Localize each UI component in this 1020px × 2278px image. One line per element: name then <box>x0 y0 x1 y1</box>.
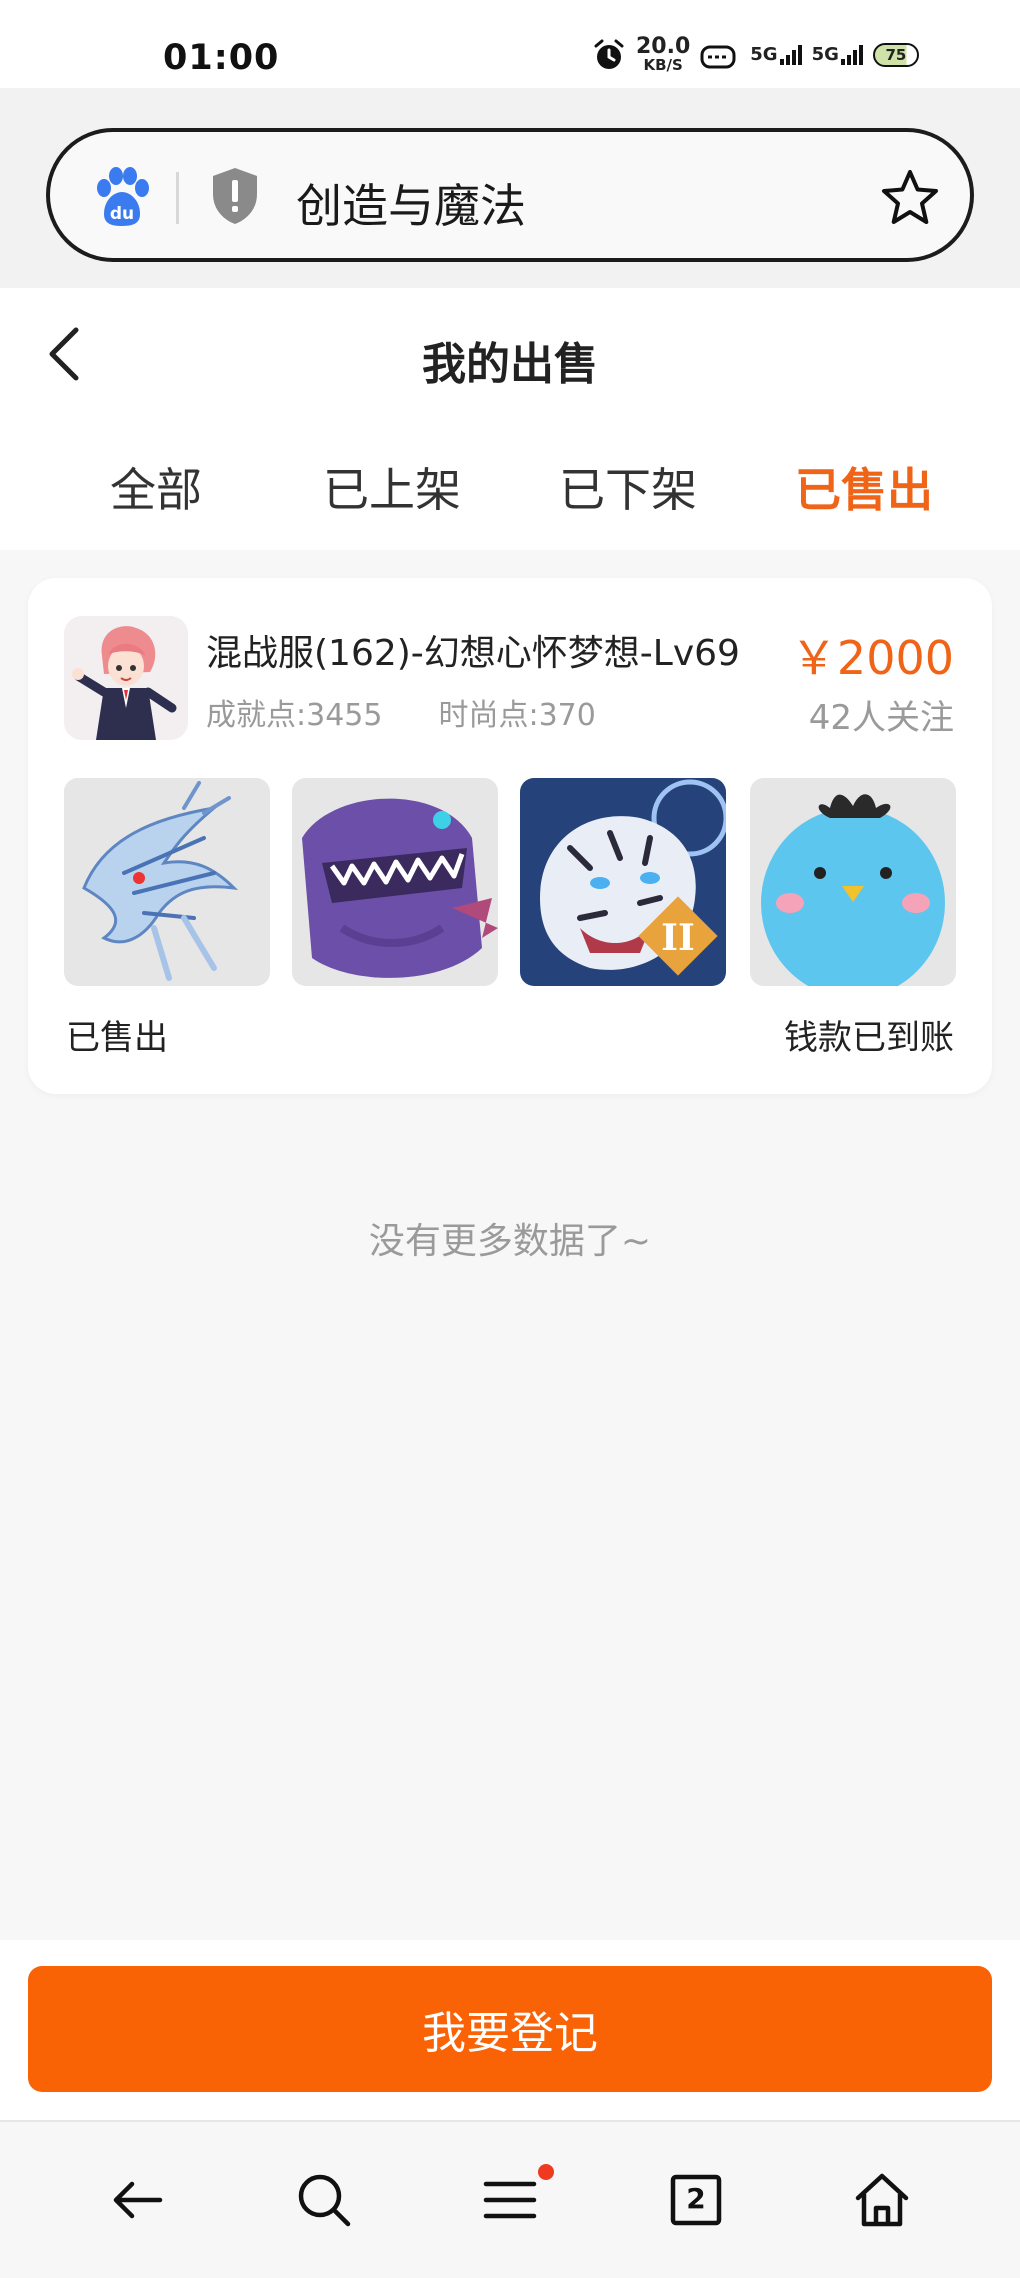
search-divider <box>176 172 179 224</box>
thumbnail[interactable] <box>292 778 498 986</box>
thumbnail[interactable] <box>64 778 270 986</box>
ice-dragon-image <box>64 778 270 986</box>
fashion-points: 时尚点:370 <box>438 698 596 733</box>
menu-notification-dot <box>538 2164 554 2180</box>
tab-sold[interactable]: 已售出 <box>764 454 964 520</box>
payment-status: 钱款已到账 <box>784 1018 954 1058</box>
register-button[interactable]: 我要登记 <box>28 1966 992 2092</box>
tab-all[interactable]: 全部 <box>56 454 256 520</box>
thumbnail[interactable] <box>750 778 956 986</box>
browser-bottom-nav: 2 <box>0 2120 1020 2278</box>
signal-bars-icon <box>840 45 863 65</box>
browser-bar: du 创造与魔法 <box>0 88 1020 288</box>
baidu-paw-icon[interactable]: du <box>90 166 154 230</box>
listing-title: 混战服(162)-幻想心怀梦想-Lv69 <box>206 633 740 674</box>
hd-call-icon <box>700 45 736 68</box>
signal-bars-icon <box>779 45 802 65</box>
listing-stats: 成就点:3455 时尚点:370 <box>206 690 596 734</box>
status-time: 01:00 <box>163 38 280 78</box>
search-box[interactable]: du 创造与魔法 <box>46 128 974 262</box>
signal-1-label: 5G <box>750 44 778 65</box>
tab-count: 2 <box>686 2182 706 2215</box>
page-title: 我的出售 <box>422 339 598 390</box>
sale-status: 已售出 <box>66 1018 168 1058</box>
no-more-data: 没有更多数据了~ <box>368 1221 652 1262</box>
search-query[interactable]: 创造与魔法 <box>296 170 526 236</box>
back-arrow-icon[interactable] <box>106 2168 170 2232</box>
thumbnail-row: II <box>64 778 956 986</box>
tabs-button[interactable]: 2 <box>664 2168 728 2232</box>
blue-bird-image <box>750 778 956 986</box>
follower-count: 42人关注 <box>808 698 954 738</box>
character-avatar <box>64 616 188 740</box>
listing-price: ￥2000 <box>790 631 954 685</box>
battery-icon: 75 <box>872 42 919 67</box>
tab-delisted[interactable]: 已下架 <box>528 454 728 520</box>
signal-2: 5G <box>812 44 863 65</box>
tab-listed[interactable]: 已上架 <box>292 454 492 520</box>
action-area: 我要登记 <box>0 1940 1020 2120</box>
svg-text:du: du <box>110 204 134 224</box>
signal-1: 5G <box>750 44 802 65</box>
thumbnail[interactable]: II <box>520 778 726 986</box>
tab-bar: 全部 已上架 已下架 已售出 <box>0 454 1020 524</box>
shield-icon[interactable] <box>210 166 260 226</box>
signal-2-label: 5G <box>811 44 839 65</box>
net-speed: 20.0 KB/S <box>636 36 690 73</box>
search-icon[interactable] <box>292 2168 356 2232</box>
star-icon[interactable] <box>880 168 940 228</box>
status-bar: 01:00 20.0 KB/S 5G 5G 75 <box>0 0 1020 88</box>
home-icon[interactable] <box>850 2168 914 2232</box>
purple-dinosaur-image <box>292 778 498 986</box>
status-icons: 20.0 KB/S 5G 5G 75 <box>592 36 919 73</box>
achievement-points: 成就点:3455 <box>206 698 383 733</box>
menu-icon[interactable] <box>478 2168 542 2232</box>
white-tiger-image: II <box>520 778 726 986</box>
svg-text:II: II <box>661 917 695 959</box>
alarm-icon <box>594 39 624 69</box>
listing-card[interactable]: 混战服(162)-幻想心怀梦想-Lv69 成就点:3455 时尚点:370 ￥20… <box>28 578 992 1094</box>
net-speed-value: 20.0 <box>636 34 691 59</box>
anime-girl-image <box>64 616 188 740</box>
battery-level: 75 <box>872 42 919 67</box>
page-header: 我的出售 全部 已上架 已下架 已售出 <box>0 288 1020 550</box>
net-speed-unit: KB/S <box>643 56 683 74</box>
